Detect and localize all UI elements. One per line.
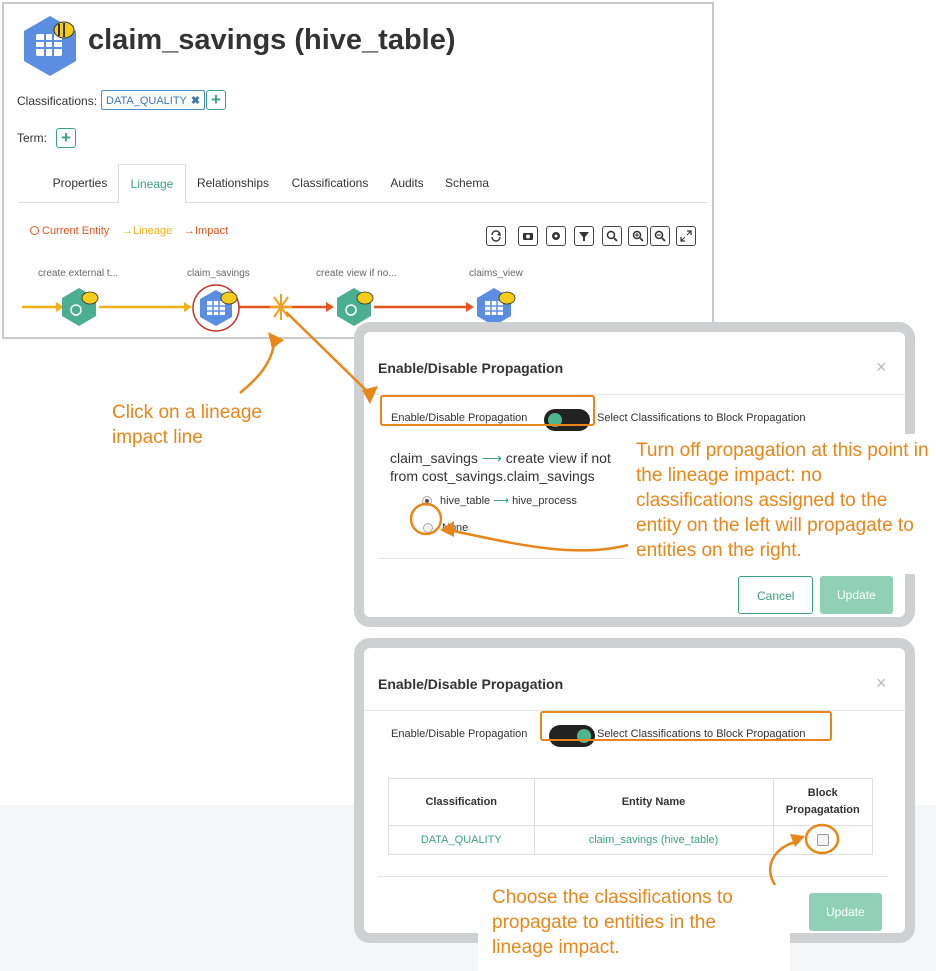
zoom-out-button[interactable] bbox=[650, 226, 670, 246]
cell-classification: DATA_QUALITY bbox=[388, 825, 535, 855]
remove-tag-icon[interactable]: ✖ bbox=[191, 95, 200, 107]
arrow-right-icon: ⟶ bbox=[481, 450, 502, 466]
callout-choose: Choose the classifications to propagate … bbox=[492, 887, 733, 958]
dialog-title: Enable/Disable Propagation bbox=[378, 360, 564, 376]
filter-icon bbox=[579, 232, 589, 241]
edge-description: claim_savings ⟶ create view if not bbox=[390, 450, 611, 466]
block-propagation-checkbox[interactable] bbox=[816, 834, 829, 847]
node-label-create-external: create external t... bbox=[38, 268, 119, 279]
cell-entity-name[interactable]: claim_savings (hive_table) bbox=[533, 825, 774, 855]
node-label-create-view: create view if no... bbox=[316, 268, 397, 279]
search-icon bbox=[606, 230, 618, 242]
classifications-label: Classifications: bbox=[17, 94, 98, 108]
search-button[interactable] bbox=[602, 226, 622, 246]
gear-icon bbox=[552, 232, 560, 240]
fullscreen-icon bbox=[680, 230, 692, 242]
close-icon[interactable]: × bbox=[876, 673, 887, 694]
refresh-icon bbox=[491, 230, 501, 242]
toggle-label: Enable/Disable Propagation bbox=[391, 728, 528, 740]
classifications-table: Classification Entity Name Block Propaga… bbox=[388, 778, 874, 855]
entity-title: claim_savings (hive_table) bbox=[88, 24, 456, 56]
dialog-title: Enable/Disable Propagation bbox=[378, 676, 564, 692]
classification-tag-label: DATA_QUALITY bbox=[106, 95, 187, 107]
zoom-in-icon bbox=[632, 230, 644, 242]
divider bbox=[378, 876, 888, 877]
radio-label-hive-table-process: hive_table ⟶ hive_process bbox=[440, 495, 577, 507]
callout-click-lineage: Click on a lineage impact line bbox=[112, 402, 262, 448]
tab-schema[interactable]: Schema bbox=[442, 164, 492, 202]
refresh-button[interactable] bbox=[486, 226, 506, 246]
legend-lineage: →Lineage bbox=[122, 225, 173, 237]
radio-label-none: None bbox=[442, 522, 469, 534]
entity-panel: claim_savings (hive_table) Classificatio… bbox=[2, 2, 714, 339]
process-node[interactable] bbox=[62, 288, 99, 326]
classification-tag[interactable]: DATA_QUALITY ✖ bbox=[101, 90, 206, 110]
tab-audits[interactable]: Audits bbox=[384, 164, 430, 202]
tab-lineage[interactable]: Lineage bbox=[118, 164, 186, 204]
radio-hive-table-process[interactable] bbox=[422, 496, 432, 506]
column-header-classification: Classification bbox=[388, 778, 535, 826]
zoom-out-icon bbox=[654, 230, 666, 242]
tab-relationships[interactable]: Relationships bbox=[190, 164, 276, 202]
ring-icon bbox=[30, 226, 39, 235]
current-entity-node[interactable] bbox=[192, 284, 240, 332]
legend-current-entity: Current Entity bbox=[30, 225, 109, 237]
process-node[interactable] bbox=[337, 288, 374, 326]
cell-block bbox=[772, 825, 874, 855]
hive-table-icon bbox=[24, 16, 76, 76]
tab-bar: Properties Lineage Relationships Classif… bbox=[18, 164, 708, 204]
table-node[interactable] bbox=[477, 288, 516, 326]
add-term-button[interactable]: + bbox=[56, 128, 76, 148]
add-classification-button[interactable]: + bbox=[206, 90, 226, 110]
callout-turn-off: Turn off propagation at this point in th… bbox=[636, 440, 929, 561]
camera-icon bbox=[523, 233, 533, 240]
toggle-highlight bbox=[540, 711, 832, 741]
settings-button[interactable] bbox=[546, 226, 566, 246]
filter-button[interactable] bbox=[574, 226, 594, 246]
fullscreen-button[interactable] bbox=[676, 226, 696, 246]
column-header-block-propagation: Block Propagatation bbox=[772, 778, 874, 826]
tab-properties[interactable]: Properties bbox=[38, 164, 122, 202]
table-row: DATA_QUALITY claim_savings (hive_table) bbox=[388, 825, 874, 855]
column-header-entity-name: Entity Name bbox=[533, 778, 774, 826]
toggle-highlight bbox=[380, 395, 595, 426]
update-button[interactable]: Update bbox=[820, 576, 893, 614]
node-label-claim-savings: claim_savings bbox=[187, 268, 250, 279]
close-icon[interactable]: × bbox=[876, 357, 887, 378]
radio-none[interactable] bbox=[423, 523, 433, 533]
node-label-claims-view: claims_view bbox=[469, 268, 523, 279]
arrow-right-icon: ⟶ bbox=[493, 495, 509, 507]
legend-impact: →Impact bbox=[184, 225, 229, 237]
tab-classifications[interactable]: Classifications bbox=[286, 164, 374, 202]
block-label: Select Classifications to Block Propagat… bbox=[597, 412, 806, 424]
edge-description-line2: from cost_savings.claim_savings bbox=[390, 468, 595, 484]
arrow-right-icon: → bbox=[184, 225, 195, 237]
update-button[interactable]: Update bbox=[809, 893, 882, 931]
arrow-right-icon: → bbox=[122, 225, 133, 237]
zoom-in-button[interactable] bbox=[628, 226, 648, 246]
cancel-button[interactable]: Cancel bbox=[738, 576, 814, 614]
edge-click-burst bbox=[270, 294, 292, 320]
camera-button[interactable] bbox=[518, 226, 538, 246]
term-label: Term: bbox=[17, 131, 47, 145]
